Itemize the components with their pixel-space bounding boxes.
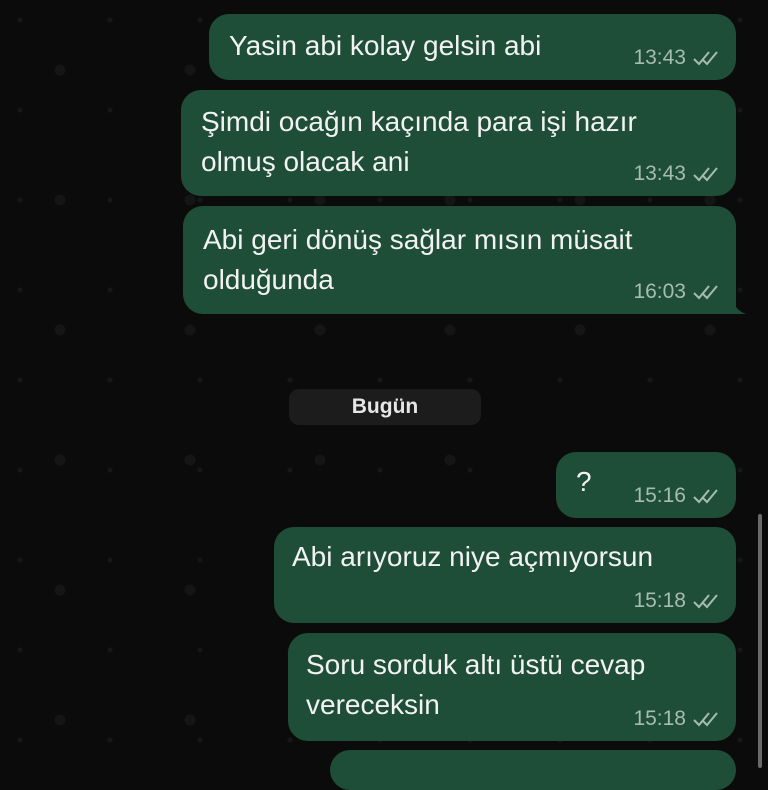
message-text-line: Şimdi ocağın kaçında para işi hazır: [201, 106, 637, 137]
message-meta: 15:16: [633, 484, 722, 508]
message-time: 13:43: [633, 46, 686, 69]
message-meta: 13:43: [633, 162, 722, 186]
message-bubble[interactable]: Yasin abi kolay gelsin abi 13:43: [209, 14, 736, 80]
message-text: Abi arıyoruz niye açmıyorsun: [292, 541, 654, 572]
double-check-icon: [693, 712, 718, 727]
message-text-line: vereceksin: [306, 689, 440, 720]
message-bubble[interactable]: Soru sorduk altı üstü cevap vereceksin 1…: [288, 633, 736, 741]
scrollbar[interactable]: [758, 514, 762, 768]
message-meta: 15:18: [633, 707, 722, 731]
message-time: 13:43: [633, 162, 686, 185]
bubble-tail: [728, 296, 746, 314]
message-text-line: olmuş olacak ani: [201, 146, 410, 177]
message-text-line: olduğunda: [203, 264, 334, 295]
message-bubble[interactable]: Şimdi ocağın kaçında para işi hazır olmu…: [181, 90, 736, 196]
message-bubble[interactable]: ? 15:16: [556, 452, 736, 518]
message-meta: 13:43: [633, 46, 722, 70]
message-text-line: Abi geri dönüş sağlar mısın müsait: [203, 224, 633, 255]
double-check-icon: [693, 167, 718, 182]
message-text: ?: [576, 466, 592, 497]
message-meta: 15:18: [633, 589, 722, 613]
double-check-icon: [693, 489, 718, 504]
message-time: 15:16: [633, 484, 686, 507]
message-bubble[interactable]: Abi geri dönüş sağlar mısın müsait olduğ…: [183, 206, 736, 314]
double-check-icon: [693, 285, 718, 300]
message-bubble-partial[interactable]: [330, 750, 736, 790]
date-divider: Bugün: [289, 389, 481, 425]
message-text-line: Soru sorduk altı üstü cevap: [306, 649, 646, 680]
double-check-icon: [693, 51, 718, 66]
message-time: 16:03: [633, 280, 686, 303]
double-check-icon: [693, 594, 718, 609]
message-time: 15:18: [633, 707, 686, 730]
message-time: 15:18: [633, 589, 686, 612]
message-bubble[interactable]: Abi arıyoruz niye açmıyorsun 15:18: [274, 527, 736, 623]
message-meta: 16:03: [633, 280, 722, 304]
message-text: Yasin abi kolay gelsin abi: [229, 30, 542, 61]
